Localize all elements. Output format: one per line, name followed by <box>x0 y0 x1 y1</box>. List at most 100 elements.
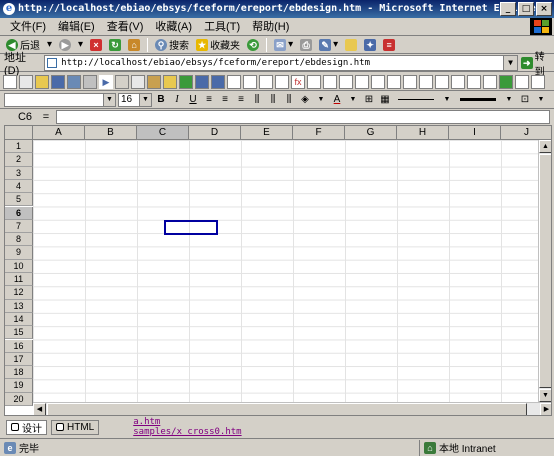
row-header[interactable]: 19 <box>5 379 33 393</box>
minimize-button[interactable]: _ <box>500 2 516 16</box>
textbox-icon[interactable] <box>403 74 417 89</box>
align-left-icon[interactable]: ≡ <box>202 93 216 107</box>
row-header[interactable]: 7 <box>5 219 33 234</box>
font-size-select[interactable]: 16 ▼ <box>118 92 152 107</box>
properties-icon[interactable] <box>467 74 481 89</box>
mail-button[interactable]: ✉ ▾ <box>272 37 295 53</box>
menu-edit[interactable]: 编辑(E) <box>52 19 101 35</box>
new-file-icon[interactable] <box>3 74 17 89</box>
active-cell[interactable] <box>164 220 218 235</box>
vertical-scrollbar[interactable]: ▲ ▼ <box>538 140 551 402</box>
row-header[interactable]: 20 <box>5 392 33 406</box>
column-header[interactable]: A <box>33 126 85 140</box>
address-dropdown[interactable]: ▼ <box>503 55 518 70</box>
function-icon[interactable]: fx <box>291 74 305 89</box>
delete-column-icon[interactable] <box>275 74 289 89</box>
row-header[interactable]: 18 <box>5 366 33 380</box>
check-icon[interactable] <box>179 74 193 89</box>
print-button[interactable]: ⎙ <box>298 37 314 53</box>
scroll-down-button[interactable]: ▼ <box>539 389 551 402</box>
save-icon[interactable] <box>51 74 65 89</box>
row-header[interactable]: 15 <box>5 326 33 340</box>
column-header[interactable]: G <box>345 126 397 140</box>
scroll-right-button[interactable]: ▶ <box>540 403 551 415</box>
row-header[interactable]: 9 <box>5 246 33 260</box>
align-top-icon[interactable]: ⫼ <box>250 93 264 107</box>
row-header[interactable]: 3 <box>5 166 33 180</box>
row-header[interactable]: 2 <box>5 153 33 167</box>
back-dropdown[interactable]: ▾ <box>45 37 54 53</box>
align-center-icon[interactable]: ≡ <box>218 93 232 107</box>
row-header[interactable]: 1 <box>5 140 33 154</box>
menu-view[interactable]: 查看(V) <box>101 19 150 35</box>
align-middle-icon[interactable]: ⫼ <box>266 93 280 107</box>
font-color-icon[interactable]: A <box>330 93 344 107</box>
align-bottom-icon[interactable]: ⫼ <box>282 93 296 107</box>
menu-favorites[interactable]: 收藏(A) <box>149 19 198 35</box>
maximize-button[interactable]: □ <box>518 2 534 16</box>
formula-input[interactable] <box>56 110 550 124</box>
image-icon[interactable] <box>387 74 401 89</box>
undo-icon[interactable] <box>195 74 209 89</box>
export-icon[interactable] <box>515 74 529 89</box>
split-cells-icon[interactable] <box>323 74 337 89</box>
row-header[interactable]: 12 <box>5 286 33 300</box>
chart-icon[interactable] <box>371 74 385 89</box>
home-button[interactable]: ⌂ <box>126 37 142 53</box>
row-header[interactable]: 17 <box>5 352 33 367</box>
report-icon[interactable] <box>451 74 465 89</box>
dataset-icon[interactable] <box>435 74 449 89</box>
column-header[interactable]: J <box>501 126 551 140</box>
scroll-up-button[interactable]: ▲ <box>539 140 551 153</box>
horizontal-scrollbar[interactable]: ◀ ▶ <box>33 402 551 415</box>
column-header[interactable]: H <box>397 126 449 140</box>
row-header[interactable]: 4 <box>5 179 33 194</box>
layout-icon[interactable] <box>483 74 497 89</box>
menu-help[interactable]: 帮助(H) <box>246 19 295 35</box>
line-width-sample[interactable] <box>460 98 496 101</box>
italic-button[interactable]: I <box>170 93 184 107</box>
copy-icon[interactable] <box>131 74 145 89</box>
refresh-button[interactable]: ↻ <box>107 37 123 53</box>
grid-lines-icon[interactable]: ▦ <box>378 93 392 107</box>
line-style-dropdown[interactable]: ▼ <box>440 93 454 107</box>
column-header[interactable]: E <box>241 126 293 140</box>
menu-tools[interactable]: 工具(T) <box>198 19 246 35</box>
address-input[interactable]: http://localhost/ebiao/ebsys/fceform/ere… <box>44 54 519 71</box>
insert-row-icon[interactable] <box>227 74 241 89</box>
format-painter-icon[interactable] <box>163 74 177 89</box>
history-button[interactable]: ⟲ <box>245 37 261 53</box>
border-style-dropdown[interactable]: ▼ <box>534 93 548 107</box>
list-icon[interactable] <box>419 74 433 89</box>
font-name-select[interactable]: ▼ <box>4 92 116 107</box>
row-header[interactable]: 10 <box>5 259 33 273</box>
run-icon[interactable]: ▶ <box>99 74 113 89</box>
align-right-icon[interactable]: ≡ <box>234 93 248 107</box>
border-icon[interactable]: ⊞ <box>362 93 376 107</box>
menu-file[interactable]: 文件(F) <box>4 19 52 35</box>
horizontal-scroll-thumb[interactable] <box>47 403 527 415</box>
vertical-scroll-thumb[interactable] <box>539 154 551 388</box>
edit-button[interactable]: ✎ ▾ <box>317 37 340 53</box>
link-a-htm[interactable]: a.htm <box>133 417 241 427</box>
row-header[interactable]: 11 <box>5 273 33 287</box>
cut-icon[interactable] <box>115 74 129 89</box>
excel-icon[interactable] <box>499 74 513 89</box>
font-color-dropdown[interactable]: ▼ <box>346 93 360 107</box>
bold-button[interactable]: B <box>154 93 168 107</box>
row-header[interactable]: 16 <box>5 339 33 353</box>
design-tab[interactable]: 设计 <box>6 419 47 435</box>
messenger-button[interactable]: ✦ <box>362 37 378 53</box>
open-folder-icon[interactable] <box>35 74 49 89</box>
row-header[interactable]: 14 <box>5 312 33 327</box>
cell-area[interactable] <box>33 140 539 402</box>
grid-icon[interactable] <box>355 74 369 89</box>
forward-button[interactable]: ▶ <box>57 37 73 53</box>
border-style-icon[interactable]: ⊡ <box>518 93 532 107</box>
line-width-dropdown[interactable]: ▼ <box>502 93 516 107</box>
column-header[interactable]: B <box>85 126 137 140</box>
stop-button[interactable]: × <box>88 37 104 53</box>
delete-row-icon[interactable] <box>259 74 273 89</box>
search-button[interactable]: ⚲ 搜索 <box>153 37 191 53</box>
redo-icon[interactable] <box>211 74 225 89</box>
